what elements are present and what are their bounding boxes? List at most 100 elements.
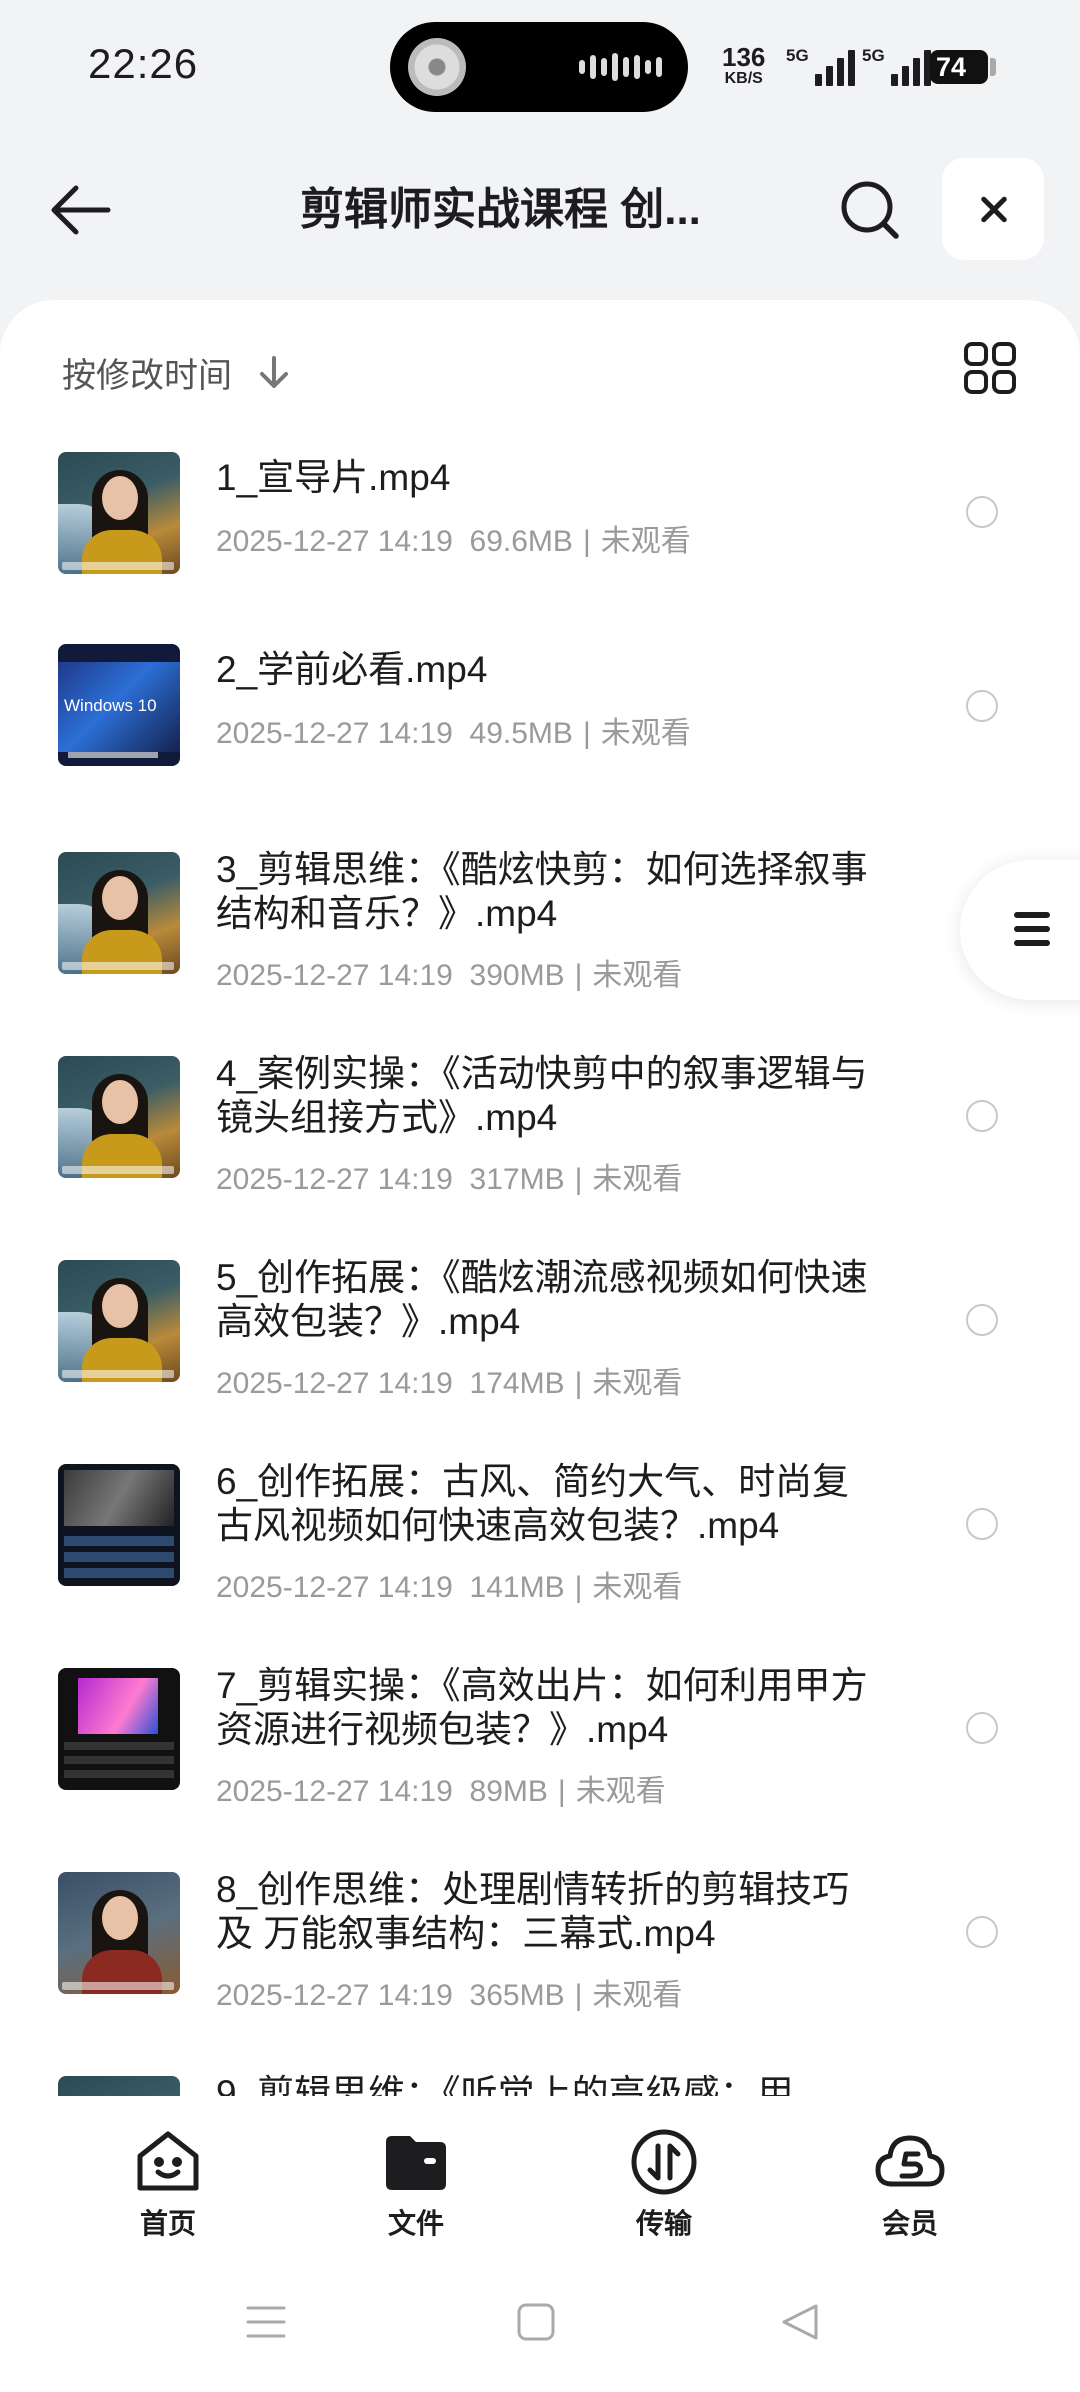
battery-icon: 74	[930, 50, 988, 84]
file-size: 89MB	[469, 1775, 548, 1808]
recent-apps-icon[interactable]	[246, 2302, 286, 2342]
select-radio[interactable]	[966, 1916, 998, 1948]
select-radio[interactable]	[966, 1100, 998, 1132]
select-radio[interactable]	[966, 496, 998, 528]
signal-2-icon: 5G	[862, 46, 931, 86]
signal-1-icon: 5G	[786, 46, 855, 86]
video-thumbnail	[58, 1464, 180, 1586]
list-item[interactable]: 7_剪辑实操：《高效出片：如何利用甲方资源进行视频包装？》.mp4 2025-1…	[0, 1665, 1080, 1866]
nav-files-label: 文件	[387, 2208, 444, 2239]
watch-status: 未观看	[592, 959, 683, 992]
list-item[interactable]: 1_宣导片.mp4 2025-12-27 14:19 69.6MB | 未观看	[0, 430, 1080, 630]
file-meta: 2025-12-27 14:19 365MB | 未观看	[216, 1979, 683, 2012]
watch-status: 未观看	[592, 1367, 683, 1400]
back-triangle-icon[interactable]	[780, 2302, 820, 2342]
file-name: 6_创作拓展：古风、简约大气、时尚复古风视频如何快速高效包装？.mp4	[216, 1461, 850, 1546]
network-speed-unit: KB/S	[724, 70, 763, 87]
grid-view-icon[interactable]	[962, 340, 1018, 396]
file-size: 69.6MB	[469, 525, 573, 558]
home-square-icon[interactable]	[516, 2302, 556, 2342]
back-arrow-icon[interactable]	[46, 180, 116, 240]
video-thumbnail	[58, 1260, 180, 1382]
bottom-nav: 首页 文件 传输 会员	[0, 2096, 1080, 2256]
vip-cloud-icon	[874, 2126, 946, 2198]
watch-status: 未观看	[592, 1571, 683, 1604]
file-name: 8_创作思维：处理剧情转折的剪辑技巧 及 万能叙事结构：三幕式.mp4	[216, 1869, 850, 1954]
signal-1-label: 5G	[786, 46, 809, 65]
music-disc-icon	[408, 38, 466, 96]
file-size: 141MB	[469, 1571, 565, 1604]
file-date: 2025-12-27 14:19	[216, 959, 453, 992]
file-list-sheet: 按修改时间 1_宣导片.mp4 2025-12-27 14:19 69.6MB |…	[0, 300, 1080, 2392]
sort-label[interactable]: 按修改时间	[62, 348, 232, 397]
file-date: 2025-12-27 14:19	[216, 1775, 453, 1808]
file-name: 2_学前必看.mp4	[216, 649, 488, 690]
file-name: 1_宣导片.mp4	[216, 457, 451, 498]
nav-transfer[interactable]: 传输	[584, 2126, 744, 2242]
file-date: 2025-12-27 14:19	[216, 525, 453, 558]
page-title: 剪辑师实战课程 创...	[300, 185, 701, 234]
signal-2-label: 5G	[862, 46, 885, 65]
file-list: 1_宣导片.mp4 2025-12-27 14:19 69.6MB | 未观看 Wi…	[0, 430, 1080, 2100]
nav-home-label: 首页	[139, 2208, 196, 2239]
list-item[interactable]: Windows 10 2_学前必看.mp4 2025-12-27 14:19 4…	[0, 630, 1080, 830]
watch-status: 未观看	[575, 1775, 666, 1808]
dynamic-island[interactable]	[390, 22, 688, 112]
video-thumbnail	[58, 1872, 180, 1994]
file-meta: 2025-12-27 14:19 69.6MB | 未观看	[216, 525, 691, 558]
file-meta: 2025-12-27 14:19 174MB | 未观看	[216, 1367, 683, 1400]
sort-down-arrow-icon[interactable]	[256, 352, 292, 392]
list-item[interactable]: 4_案例实操：《活动快剪中的叙事逻辑与镜头组接方式》.mp4 2025-12-2…	[0, 1053, 1080, 1254]
header: 剪辑师实战课程 创...	[0, 150, 1080, 270]
nav-transfer-label: 传输	[635, 2208, 692, 2239]
close-icon[interactable]	[942, 158, 1044, 260]
nav-vip-label: 会员	[881, 2208, 938, 2239]
system-nav-bar	[0, 2256, 1080, 2392]
nav-vip[interactable]: 会员	[830, 2126, 990, 2242]
status-time: 22:26	[88, 40, 199, 87]
audio-wave-icon	[579, 53, 662, 81]
sort-bar: 按修改时间	[0, 340, 1080, 400]
file-date: 2025-12-27 14:19	[216, 717, 453, 750]
file-meta: 2025-12-27 14:19 49.5MB | 未观看	[216, 717, 691, 750]
list-item[interactable]: 8_创作思维：处理剧情转折的剪辑技巧 及 万能叙事结构：三幕式.mp4 2025…	[0, 1869, 1080, 2070]
watch-status: 未观看	[600, 717, 691, 750]
file-size: 317MB	[469, 1163, 565, 1196]
select-radio[interactable]	[966, 1304, 998, 1336]
transfer-icon	[628, 2126, 700, 2198]
nav-home[interactable]: 首页	[88, 2126, 248, 2242]
watch-status: 未观看	[592, 1979, 683, 2012]
status-bar: 22:26 136 KB/S 5G 5G 74	[0, 0, 1080, 130]
list-item[interactable]: 3_剪辑思维：《酷炫快剪：如何选择叙事结构和音乐？》.mp4 2025-12-2…	[0, 849, 1080, 1050]
file-name: 7_剪辑实操：《高效出片：如何利用甲方资源进行视频包装？》.mp4	[216, 1665, 868, 1750]
video-thumbnail: Windows 10	[58, 644, 180, 766]
file-date: 2025-12-27 14:19	[216, 1571, 453, 1604]
thumbnail-text: Windows 10	[64, 696, 157, 715]
file-size: 390MB	[469, 959, 565, 992]
file-meta: 2025-12-27 14:19 390MB | 未观看	[216, 959, 683, 992]
select-radio[interactable]	[966, 1508, 998, 1540]
file-name: 4_案例实操：《活动快剪中的叙事逻辑与镜头组接方式》.mp4	[216, 1053, 868, 1138]
search-icon[interactable]	[836, 176, 904, 244]
battery-tip	[990, 58, 996, 76]
watch-status: 未观看	[600, 525, 691, 558]
file-name: 3_剪辑思维：《酷炫快剪：如何选择叙事结构和音乐？》.mp4	[216, 849, 868, 934]
select-radio[interactable]	[966, 1712, 998, 1744]
file-name: 5_创作拓展：《酷炫潮流感视频如何快速高效包装？》.mp4	[216, 1257, 868, 1342]
file-date: 2025-12-27 14:19	[216, 1163, 453, 1196]
file-size: 174MB	[469, 1367, 565, 1400]
watch-status: 未观看	[592, 1163, 683, 1196]
file-size: 365MB	[469, 1979, 565, 2012]
folder-icon	[380, 2126, 452, 2198]
file-meta: 2025-12-27 14:19 141MB | 未观看	[216, 1571, 683, 1604]
file-date: 2025-12-27 14:19	[216, 1979, 453, 2012]
select-radio[interactable]	[966, 690, 998, 722]
file-meta: 2025-12-27 14:19 89MB | 未观看	[216, 1775, 666, 1808]
file-size: 49.5MB	[469, 717, 573, 750]
list-item[interactable]: 6_创作拓展：古风、简约大气、时尚复古风视频如何快速高效包装？.mp4 2025…	[0, 1461, 1080, 1662]
video-thumbnail	[58, 1668, 180, 1790]
nav-files[interactable]: 文件	[336, 2126, 496, 2242]
list-item[interactable]: 5_创作拓展：《酷炫潮流感视频如何快速高效包装？》.mp4 2025-12-27…	[0, 1257, 1080, 1458]
network-speed: 136 KB/S	[722, 44, 765, 90]
file-meta: 2025-12-27 14:19 317MB | 未观看	[216, 1163, 683, 1196]
